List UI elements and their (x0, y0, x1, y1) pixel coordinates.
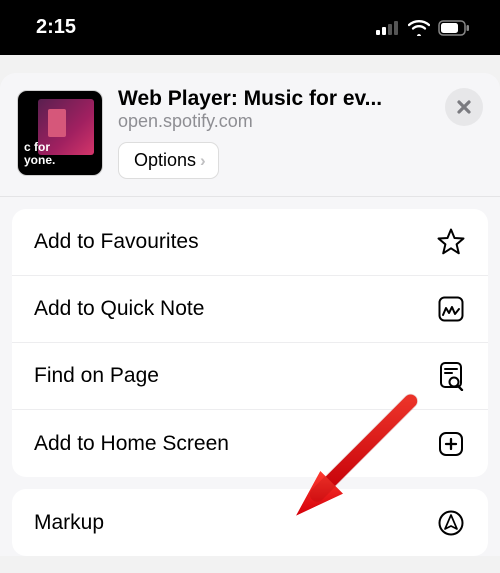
quick-note-icon (436, 294, 466, 324)
action-find-on-page[interactable]: Find on Page (12, 343, 488, 410)
action-markup[interactable]: Markup (12, 489, 488, 556)
actions-group-2: Markup (12, 489, 488, 556)
action-label: Markup (34, 511, 104, 535)
page-title: Web Player: Music for ev... (118, 87, 430, 111)
status-time: 2:15 (36, 16, 76, 39)
status-bar: 2:15 (0, 0, 500, 55)
action-label: Add to Favourites (34, 230, 199, 254)
wifi-icon (408, 20, 430, 36)
thumbnail-caption: c for yone. (24, 141, 55, 167)
signal-icon (376, 21, 400, 35)
markup-icon (436, 508, 466, 538)
page-url: open.spotify.com (118, 111, 430, 132)
sheet-title-block: Web Player: Music for ev... open.spotify… (118, 90, 430, 179)
chevron-right-icon: › (200, 151, 206, 171)
action-label: Add to Quick Note (34, 297, 204, 321)
status-right (376, 20, 470, 36)
page-thumbnail: c for yone. (17, 90, 103, 176)
action-add-to-quick-note[interactable]: Add to Quick Note (12, 276, 488, 343)
add-to-home-icon (436, 429, 466, 459)
actions-group-1: Add to Favourites Add to Quick Note Find… (12, 209, 488, 477)
action-label: Add to Home Screen (34, 432, 229, 456)
share-sheet: c for yone. Web Player: Music for ev... … (0, 73, 500, 556)
battery-icon (438, 20, 470, 36)
action-label: Find on Page (34, 364, 159, 388)
options-label: Options (134, 150, 196, 171)
options-button[interactable]: Options › (118, 142, 219, 179)
sheet-header: c for yone. Web Player: Music for ev... … (0, 73, 500, 197)
action-add-to-favourites[interactable]: Add to Favourites (12, 209, 488, 276)
find-on-page-icon (436, 361, 466, 391)
star-icon (436, 227, 466, 257)
close-button[interactable] (445, 88, 483, 126)
action-add-to-home-screen[interactable]: Add to Home Screen (12, 410, 488, 477)
close-icon (455, 98, 473, 116)
